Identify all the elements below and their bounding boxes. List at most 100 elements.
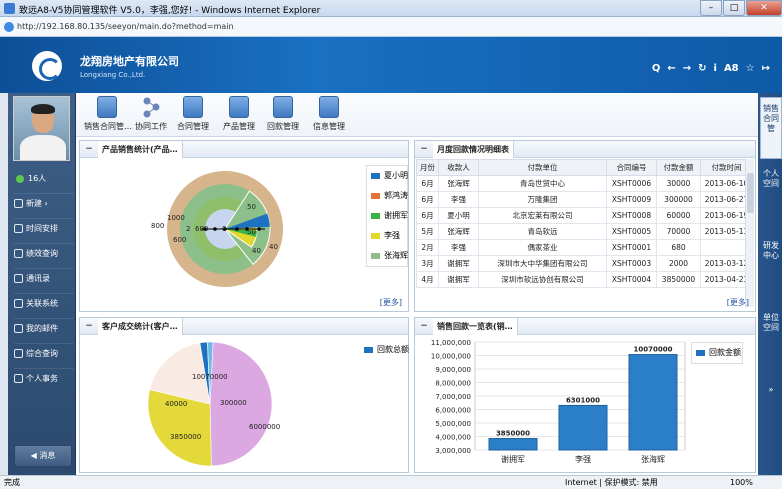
address-url[interactable]: http://192.168.80.135/seeyon/main.do?met… — [17, 22, 234, 31]
column-header[interactable]: 合同编号 — [606, 159, 657, 176]
toolbar-contract-mgmt[interactable]: 合同管理 — [176, 96, 210, 134]
maximize-button[interactable]: □ — [723, 0, 745, 16]
toolbar-payment-mgmt[interactable]: 回款管理 — [266, 96, 300, 134]
contacts-icon — [14, 274, 23, 283]
toolbar-product-mgmt[interactable]: 产品管理 — [222, 96, 256, 134]
table-row[interactable]: 4月 谢拥军 深圳市软远协创有限公司 XSHT0004 3850000 2013-04-2… — [416, 271, 753, 288]
data-label: 0 — [222, 225, 226, 233]
table-cell: 张海辉 — [438, 175, 479, 192]
table-cell: 2月 — [416, 239, 439, 256]
minimize-button[interactable]: – — [700, 0, 722, 16]
nav-item-query[interactable]: 综合查询 — [14, 343, 74, 363]
toolbar-collaboration[interactable]: 协同工作 — [134, 96, 168, 134]
panel-title[interactable]: 产品销售统计(产品… — [98, 141, 183, 158]
nav-item-schedule[interactable]: 时间安排 — [14, 218, 74, 238]
panel-title[interactable]: 销售回款一览表(销… — [433, 318, 518, 335]
collapse-button[interactable]: − — [419, 144, 429, 154]
scroll-thumb[interactable] — [747, 173, 754, 213]
table-scrollbar[interactable] — [745, 159, 754, 307]
table-cell: 5月 — [416, 223, 439, 240]
panel-title[interactable]: 客户成交统计(客户… — [98, 318, 183, 335]
browser-window: 致远A8-V5协同管理软件 V5.0，李强,您好! - Windows Inte… — [0, 0, 782, 489]
shortcut-toolbar: 销售合同管… 协同工作 合同管理 产品管理 回款管理 信息管理 — [76, 93, 758, 137]
online-count[interactable]: 16人 — [16, 173, 46, 184]
table-row[interactable]: 3月 谢拥军 深圳市大中华集团有限公司 XSHT0003 2000 2013-03-12 — [416, 255, 753, 272]
product-legend: 夏小明 郭鸿涛 谢拥军 李强 张海辉 — [366, 165, 408, 267]
toolbar-info-mgmt[interactable]: 信息管理 — [312, 96, 346, 134]
table-row[interactable]: 6月 张海辉 青岛世贸中心 XSHT0006 30000 2013-06-10 — [416, 175, 753, 192]
data-label: 40000 — [165, 400, 187, 408]
search-icon[interactable]: Q — [652, 63, 661, 74]
column-header[interactable]: 付款单位 — [478, 159, 607, 176]
logout-icon[interactable]: ↦ — [762, 63, 770, 74]
forward-icon[interactable]: → — [683, 63, 691, 74]
collapse-button[interactable]: − — [419, 321, 429, 331]
table-cell: 夏小明 — [438, 207, 479, 224]
x-tick-label: 李强 — [575, 454, 591, 464]
column-header[interactable]: 付款金额 — [656, 159, 701, 176]
more-link[interactable]: [更多] — [727, 297, 749, 308]
right-tab-unit[interactable]: 单位空间 — [760, 307, 782, 359]
table-row[interactable]: 6月 夏小明 北京宏莱有限公司 XSHT0008 60000 2013-06-19 — [416, 207, 753, 224]
y-tick-label: 11,000,000 — [431, 339, 471, 347]
legend-item: 张海辉 — [367, 246, 408, 266]
panel-product-sales: − 产品销售统计(产品… 1000 800 600 50 50 40 40 2 600 0 夏小明 … — [79, 140, 409, 312]
toolbar-sales-contract[interactable]: 销售合同管… — [84, 96, 132, 134]
table-cell: 李强 — [438, 191, 479, 208]
collapse-button[interactable]: − — [84, 321, 94, 331]
right-tab-sales[interactable]: 销售合同管 — [760, 97, 782, 159]
legend-item: 李强 — [367, 226, 407, 246]
zoom-level[interactable]: 100% — [730, 476, 753, 489]
collapse-button[interactable]: − — [84, 144, 94, 154]
table-cell: 李强 — [438, 239, 479, 256]
right-tab-rd[interactable]: 研发中心 — [760, 235, 782, 287]
nav-item-new[interactable]: 新建 › — [14, 193, 74, 213]
back-icon[interactable]: ← — [667, 63, 675, 74]
contract-icon — [97, 96, 117, 118]
table-row[interactable]: 6月 李强 万隆集团 XSHT0009 300000 2013-06-27 — [416, 191, 753, 208]
nav-item-personal[interactable]: 个人事务 — [14, 368, 74, 388]
nav-label: 绩效查询 — [26, 249, 58, 258]
legend-label: 谢拥军 — [384, 211, 408, 220]
table-cell: 谢拥军 — [438, 271, 479, 288]
bar — [628, 354, 678, 451]
panel-title[interactable]: 月度回款情况明细表 — [433, 141, 514, 158]
message-button[interactable]: ◀ 消息 — [14, 445, 72, 467]
legend-item: 回款金额 — [692, 343, 742, 363]
toolbar-label: 合同管理 — [177, 122, 209, 131]
company-name-en: Longxiang Co.,Ltd. — [80, 71, 146, 79]
table-body: 6月 张海辉 青岛世贸中心 XSHT0006 30000 2013-06-10 6月 李强 万隆… — [416, 175, 753, 288]
info-icon[interactable]: i — [714, 63, 717, 74]
right-tab-personal[interactable]: 个人空间 — [760, 163, 782, 215]
online-count-label: 16人 — [28, 174, 47, 183]
table-row[interactable]: 2月 李强 偶家茶业 XSHT0001 680 — [416, 239, 753, 256]
toolbar-label: 协同工作 — [135, 122, 167, 131]
data-label: 6000000 — [249, 423, 280, 431]
avatar[interactable] — [13, 96, 70, 161]
address-bar[interactable]: http://192.168.80.135/seeyon/main.do?met… — [0, 17, 782, 37]
refresh-icon[interactable]: ↻ — [698, 63, 706, 74]
star-icon[interactable]: ☆ — [746, 63, 755, 74]
y-tick-label: 7,000,000 — [435, 393, 471, 401]
close-button[interactable]: ✕ — [746, 0, 782, 16]
y-tick-label: 9,000,000 — [435, 366, 471, 374]
x-tick-label: 谢拥军 — [501, 454, 525, 464]
more-link[interactable]: [更多] — [380, 297, 402, 308]
nav-item-performance[interactable]: 绩效查询 — [14, 243, 74, 263]
a8-icon[interactable]: A8 — [724, 63, 739, 74]
table-cell: XSHT0004 — [606, 271, 657, 288]
column-header[interactable]: 月份 — [416, 159, 439, 176]
nav-item-mail[interactable]: 我的邮件 — [14, 318, 74, 338]
legend-swatch — [696, 349, 705, 356]
table-cell: 深圳市大中华集团有限公司 — [478, 255, 607, 272]
toolbar-label: 产品管理 — [223, 122, 255, 131]
legend-swatch — [364, 346, 373, 353]
legend-label: 郭鸿涛 — [384, 191, 408, 200]
nav-item-contacts[interactable]: 通讯录 — [14, 268, 74, 288]
expand-icon[interactable]: » — [760, 379, 782, 399]
nav-item-linked-systems[interactable]: 关联系统 — [14, 293, 74, 313]
left-edge — [0, 93, 8, 475]
table-row[interactable]: 5月 张海辉 青岛软远 XSHT0005 70000 2013-05-13 — [416, 223, 753, 240]
left-nav: 16人 新建 › 时间安排 绩效查询 通讯录 关联系统 我的邮件 综合查询 个人… — [8, 93, 76, 475]
column-header[interactable]: 收款人 — [438, 159, 479, 176]
